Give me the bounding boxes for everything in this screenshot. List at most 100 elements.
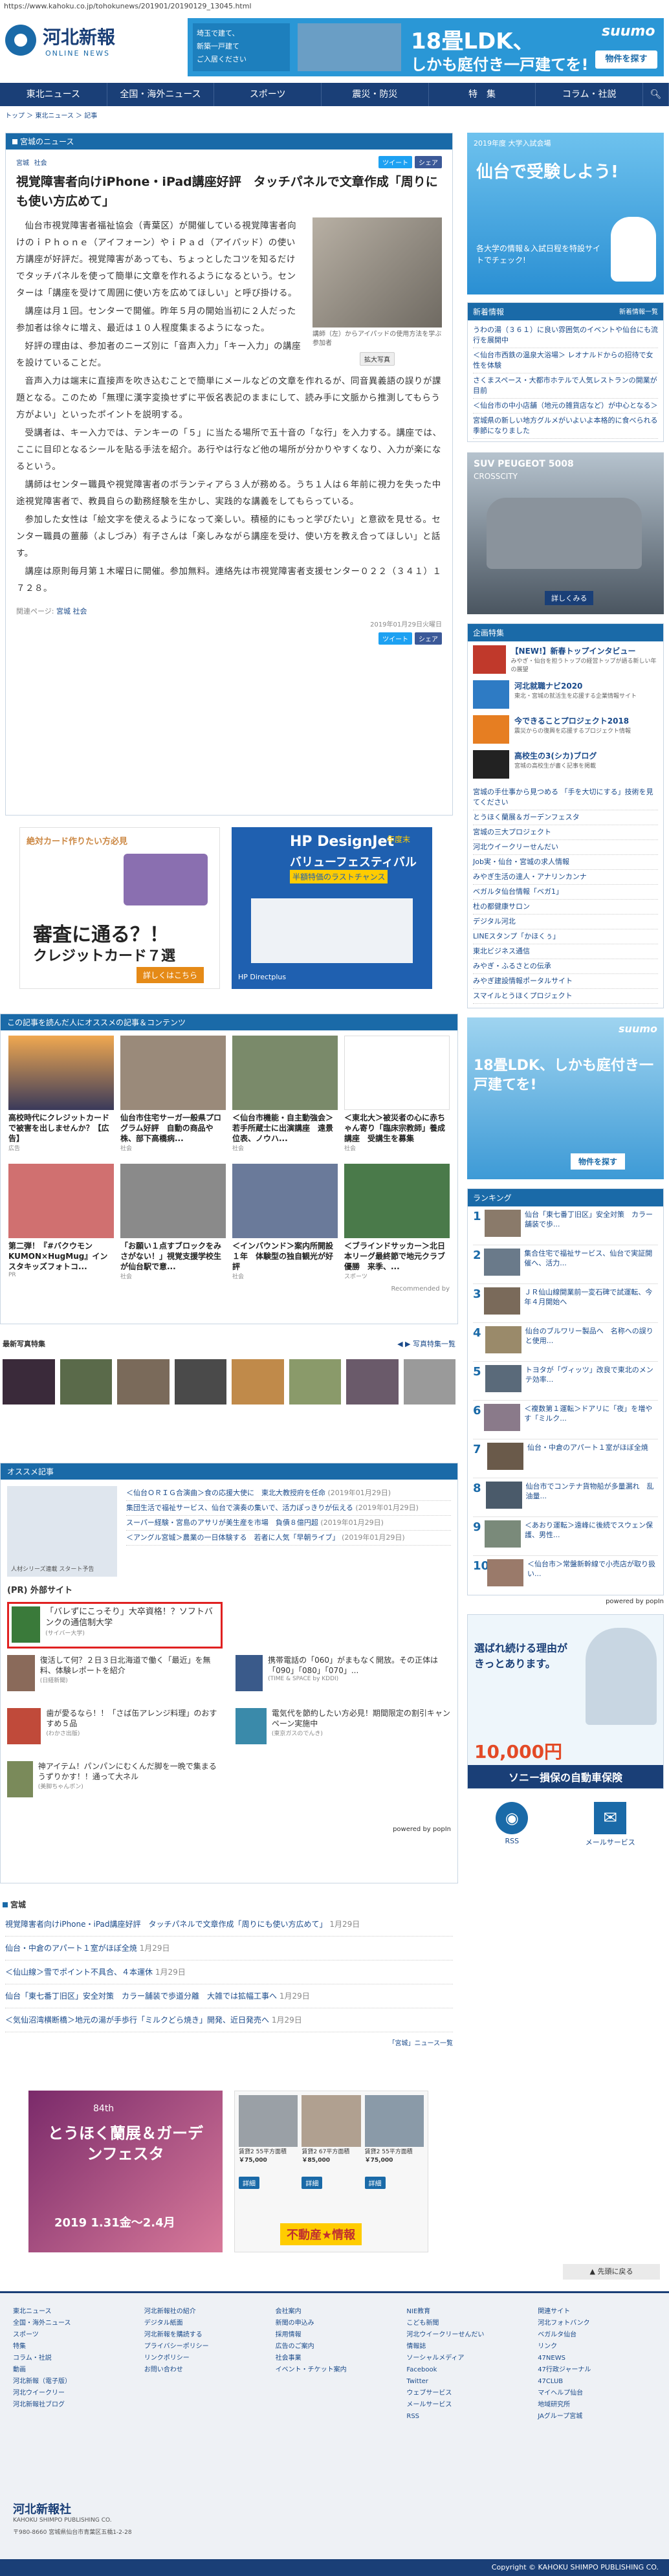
article-photo[interactable] xyxy=(313,217,442,328)
sidebar-link[interactable]: Job実・仙台・宮城の求人情報 xyxy=(473,855,658,870)
footer-link[interactable]: 社会事業 xyxy=(276,2353,394,2364)
sidebar-link[interactable]: スマイルとうほくプロジェクト xyxy=(473,989,658,1004)
footer-link[interactable]: ウェブサービス xyxy=(406,2388,525,2399)
real-estate-ad[interactable]: 賃貸2 55平方面積 ￥75,000 詳細 賃貸2 67平方面積 ￥85,000 詳細 … xyxy=(234,2091,428,2252)
sidebar-banner-exam[interactable]: 2019年度 大学入試会場 仙台で受験しよう! 各大学の情報＆入試日程を特設サイ… xyxy=(467,133,664,294)
sidebar-news-item[interactable]: さくまスペース・大都市ホテルで人気レストランの開業が目前 xyxy=(473,373,658,399)
crumb-tohoku[interactable]: 東北ニュース xyxy=(35,113,74,120)
kikaku-item[interactable]: 今できることプロジェクト2018 震災からの復興を応援するプロジェクト情報 xyxy=(473,715,658,744)
recommend-card[interactable]: ＜インバウンド＞案内所開設１年 体験型の独自観光が好評 社会 xyxy=(232,1164,338,1280)
nav-features[interactable]: 特 集 xyxy=(429,83,536,106)
footer-link[interactable]: 全国・海外ニュース xyxy=(13,2318,131,2329)
recent-item[interactable]: ＜気仙沼湾横断橋＞地元の湯が手歩行「ミルクどら焼き」開発、近日発売へ 1月29日 xyxy=(5,2008,453,2032)
top-ad-cta-button[interactable]: 物件を探す xyxy=(595,50,657,69)
sidebar-link[interactable]: 東北ビジネス通信 xyxy=(473,944,658,959)
kikaku-item[interactable]: 【NEW!】新春トップインタビュー みやぎ・仙台を担うトップの経営トップが語る新し… xyxy=(473,645,658,674)
facebook-share-button-bottom[interactable]: シェア xyxy=(415,632,442,645)
nav-national[interactable]: 全国・海外ニュース xyxy=(107,83,215,106)
sidebar-link[interactable]: みやぎ生活の達人・アナリンカンナ xyxy=(473,870,658,885)
footer-link[interactable]: ソーシャルメディア xyxy=(406,2353,525,2364)
facebook-share-button[interactable]: シェア xyxy=(415,156,442,168)
sidebar-link[interactable]: とうほく蘭展＆ガーデンフェスタ xyxy=(473,810,658,825)
nav-search-icon[interactable]: 🔍︎ xyxy=(643,83,669,106)
site-logo[interactable]: 河北新報 ONLINE NEWS xyxy=(5,18,154,63)
recommend-card[interactable]: ＜東北大＞被災者の心に赤ちゃん寄り「臨床宗教師」養成講座 受講生を募集 社会 xyxy=(344,1036,450,1152)
photo-thumb[interactable] xyxy=(60,1359,112,1405)
nav-sports[interactable]: スポーツ xyxy=(214,83,322,106)
home-detail-button[interactable]: 詳細 xyxy=(302,2177,323,2189)
photo-thumb[interactable] xyxy=(174,1359,226,1405)
photo-thumb[interactable] xyxy=(3,1359,55,1405)
footer-link[interactable]: 河北新報社ブログ xyxy=(13,2399,131,2411)
footer-link[interactable]: コラム・社説 xyxy=(13,2353,131,2364)
ranking-item[interactable]: 7 仙台・中倉のアパート１室がほぼ全焼 xyxy=(473,1439,658,1478)
footer-link[interactable]: 広告のご案内 xyxy=(276,2341,394,2353)
footer-link[interactable]: プライバシーポリシー xyxy=(144,2341,263,2353)
tag-miyagi[interactable]: 宮城 xyxy=(16,160,29,167)
footer-link[interactable]: 河北ウイークリーせんだい xyxy=(406,2329,525,2341)
sidebar-news-item[interactable]: 宮城県の新しい地方グルメがいよいよ本格的に食べられる季節になりました xyxy=(473,414,658,439)
ranking-item[interactable]: 10 ＜仙台市＞常盤新幹線で小売店が取り扱い... xyxy=(473,1556,658,1595)
sidebar-link[interactable]: 河北ウイークリーせんだい xyxy=(473,840,658,855)
sidebar-link[interactable]: 宮城の三大プロジェクト xyxy=(473,825,658,840)
credit-ad-cta[interactable]: 詳しくはこちら xyxy=(137,967,204,983)
sidebar-news-item[interactable]: ＜仙台市の中小店舗（地元の雑貨店など）が中心となる＞ xyxy=(473,399,658,414)
footer-link[interactable]: 新聞の申込み xyxy=(276,2318,394,2329)
footer-link[interactable]: デジタル紙面 xyxy=(144,2318,263,2329)
recent-item[interactable]: 仙台「東七番丁旧区」安全対策 カラー舗装で歩道分離 大雑では拡幅工事へ 1月29… xyxy=(5,1984,453,2008)
footer-link[interactable]: ベガルタ仙台 xyxy=(538,2329,656,2341)
footer-link[interactable]: 河北新報を購読する xyxy=(144,2329,263,2341)
footer-link[interactable]: 河北新報社の紹介 xyxy=(144,2306,263,2318)
footer-link[interactable]: 動画 xyxy=(13,2364,131,2376)
recommend-card[interactable]: 「お願い１点すブロックをみさがない！」視覚支援学校生が仙台駅で意... 社会 xyxy=(120,1164,226,1280)
sidebar-news-item[interactable]: うわの湯（３６１）に良い雰囲気のイベントや仙台にも流行を展開中 xyxy=(473,323,658,348)
footer-link[interactable]: こども新聞 xyxy=(406,2318,525,2329)
pr-item-highlighted[interactable]: 「バレずにこっそり」大卒資格！？ソフトバンクの通信制大学 (サイバー大学) xyxy=(7,1602,223,1649)
kikaku-item[interactable]: 河北就職ナビ2020 東北・宮城の就活生を応援する企業情報サイト xyxy=(473,680,658,709)
nav-columns[interactable]: コラム・社説 xyxy=(536,83,644,106)
tag-social[interactable]: 社会 xyxy=(34,160,47,167)
recommend-card[interactable]: 仙台市住宅サーガ一般県プログラム好評 自動の商品や株、部下高橋病... 社会 xyxy=(120,1036,226,1152)
footer-link[interactable]: マイヘルプ仙台 xyxy=(538,2388,656,2399)
sidebar-link[interactable]: みやぎ建設情報ポータルサイト xyxy=(473,974,658,989)
home-card[interactable]: 賃貸2 55平方面積 ￥75,000 詳細 xyxy=(364,2095,424,2189)
ranking-item[interactable]: 8 仙台市でコンテナ貨物船が多量漏れ 乱油量... xyxy=(473,1478,658,1517)
osusume-item[interactable]: スーパー経験・宮島のアサリが美生産を市場 負債８億円超 (2019年01月29日… xyxy=(126,1516,451,1531)
footer-link[interactable]: 地域研究所 xyxy=(538,2399,656,2411)
back-to-top-button[interactable]: ▲ 先頭に戻る xyxy=(563,2264,660,2280)
footer-link[interactable]: お問い合わせ xyxy=(144,2364,263,2376)
related-social-link[interactable]: 社会 xyxy=(73,607,87,616)
ranking-item[interactable]: 1 仙台「東七番丁旧区」安全対策 カラー舗装で歩... xyxy=(473,1206,658,1245)
ranking-item[interactable]: 2 集合住宅で福祉サービス、仙台で実証開催へ、活力... xyxy=(473,1245,658,1284)
sidebar-car-ad[interactable]: SUV PEUGEOT 5008 CROSSCITY 詳しくみる xyxy=(467,452,664,614)
osusume-thumb[interactable]: 人材シリーズ連載 スタート予告 xyxy=(7,1486,117,1577)
sidebar-link[interactable]: デジタル河北 xyxy=(473,915,658,929)
home-detail-button[interactable]: 詳細 xyxy=(364,2177,386,2189)
ranking-item[interactable]: 3 ＪＲ仙山線開業前一変石碑で試運転、今年４月開始へ xyxy=(473,1284,658,1323)
pr-item[interactable]: 電気代を節約したい方必見！期間限定の割引キャンペーン実施中 (東京ガスのでんき) xyxy=(236,1708,451,1755)
home-detail-button[interactable]: 詳細 xyxy=(239,2177,259,2189)
pr-item[interactable]: 携帯電話の「060」がまもなく開放。その正体は「090」「080」「070」..… xyxy=(236,1655,451,1702)
ranking-item[interactable]: 5 トヨタが「ヴィッツ」改良で東北のメンテ効率... xyxy=(473,1362,658,1401)
photo-thumb[interactable] xyxy=(117,1359,170,1405)
footer-link[interactable]: 河北フォトバンク xyxy=(538,2318,656,2329)
recommend-card[interactable]: ＜ブラインドサッカー＞北日本リーグ最終節で地元クラブ優勝 来季、... スポーツ xyxy=(344,1164,450,1280)
sidebar-link[interactable]: みやぎ・ふるさとの伝承 xyxy=(473,959,658,974)
fest-ad[interactable]: 84th とうほく蘭展＆ガーデンフェスタ 2019 1.31金～2.4月 xyxy=(28,2091,223,2252)
home-card[interactable]: 賃貸2 55平方面積 ￥75,000 詳細 xyxy=(239,2095,298,2189)
osusume-item[interactable]: ＜仙台ＯＲＩＧ合演曲＞食の応援大使に 東北大教授府を任命 (2019年01月29… xyxy=(126,1486,451,1501)
ranking-item[interactable]: 4 仙台のブルワリー製品へ 名称への誤りと使用... xyxy=(473,1323,658,1362)
footer-link[interactable]: イベント・チケット案内 xyxy=(276,2364,394,2376)
crumb-top[interactable]: トップ xyxy=(5,113,25,120)
footer-link[interactable]: RSS xyxy=(406,2411,525,2423)
footer-link[interactable]: 河北ウイークリー xyxy=(13,2388,131,2399)
hp-ad[interactable]: HP DesignJet バリューフェスティバル 半額特価のラストチャンス 年度… xyxy=(232,827,432,989)
ranking-item[interactable]: 6 ＜複数第１運転＞ドアリに「夜」を増やす「ミルク... xyxy=(473,1401,658,1439)
car-ad-cta[interactable]: 詳しくみる xyxy=(545,591,594,605)
pr-item[interactable]: 復活して何？２日３日北海道で働く「最近」を無料、体験レポートを紹介 (日経新聞) xyxy=(7,1655,223,1702)
photo-strip-more[interactable]: ◀ ▶ 写真特集一覧 xyxy=(397,1338,455,1349)
footer-link[interactable]: 特集 xyxy=(13,2341,131,2353)
sony-ad[interactable]: 選ばれ続ける理由が きっとあります。 10,000円 ソニー損保の自動車保険 xyxy=(467,1614,664,1789)
ranking-item[interactable]: 9 ＜あおり運転＞遠峰に後続でスウェン保護、男性... xyxy=(473,1517,658,1556)
nav-disaster[interactable]: 震災・防災 xyxy=(322,83,429,106)
